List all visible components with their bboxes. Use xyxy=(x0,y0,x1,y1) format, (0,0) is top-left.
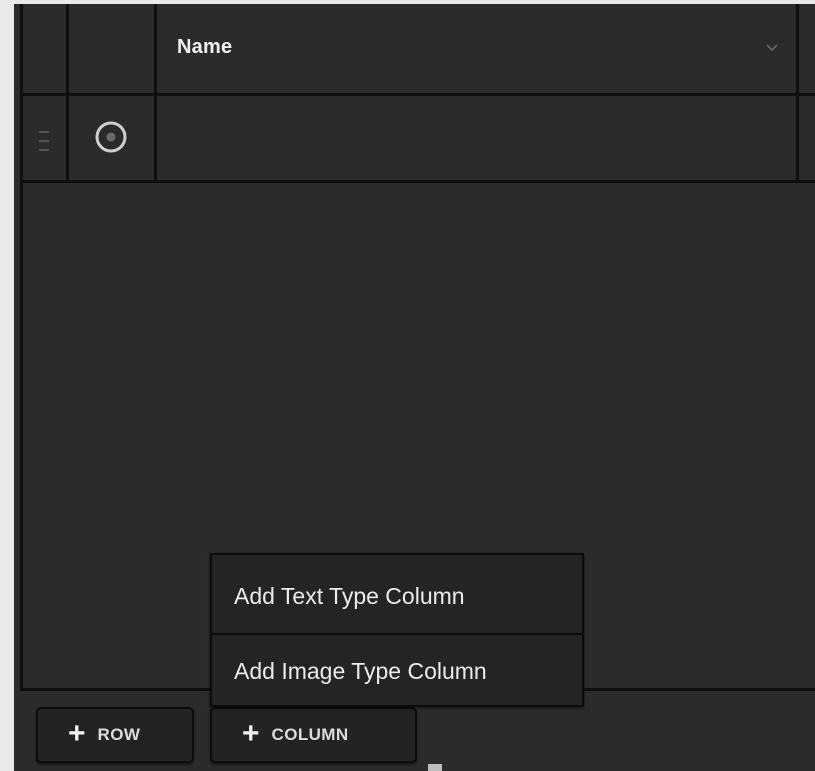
add-column-menu: Add Text Type Column Add Image Type Colu… xyxy=(210,553,584,707)
add-row-button[interactable]: + ROW xyxy=(36,707,194,763)
add-row-label: ROW xyxy=(97,725,141,744)
chevron-down-icon[interactable] xyxy=(764,42,780,54)
table-row[interactable] xyxy=(157,96,796,180)
cursor-fragment xyxy=(428,764,442,771)
app-frame: Name Add Text Type Column Add Image Type… xyxy=(0,0,815,771)
row-bottom-line xyxy=(20,180,815,183)
menu-item-add-image-column[interactable]: Add Image Type Column xyxy=(212,633,582,707)
plus-icon: + xyxy=(68,716,86,750)
add-column-button[interactable]: + COLUMN xyxy=(210,707,417,763)
grid-line-left xyxy=(20,4,23,690)
plus-icon: + xyxy=(242,716,260,750)
radio-button-icon[interactable] xyxy=(94,120,128,154)
add-column-label: COLUMN xyxy=(271,725,349,744)
drag-handle-icon[interactable] xyxy=(37,128,51,156)
menu-item-add-text-column[interactable]: Add Text Type Column xyxy=(212,559,582,633)
column-header-name[interactable]: Name xyxy=(177,36,232,59)
